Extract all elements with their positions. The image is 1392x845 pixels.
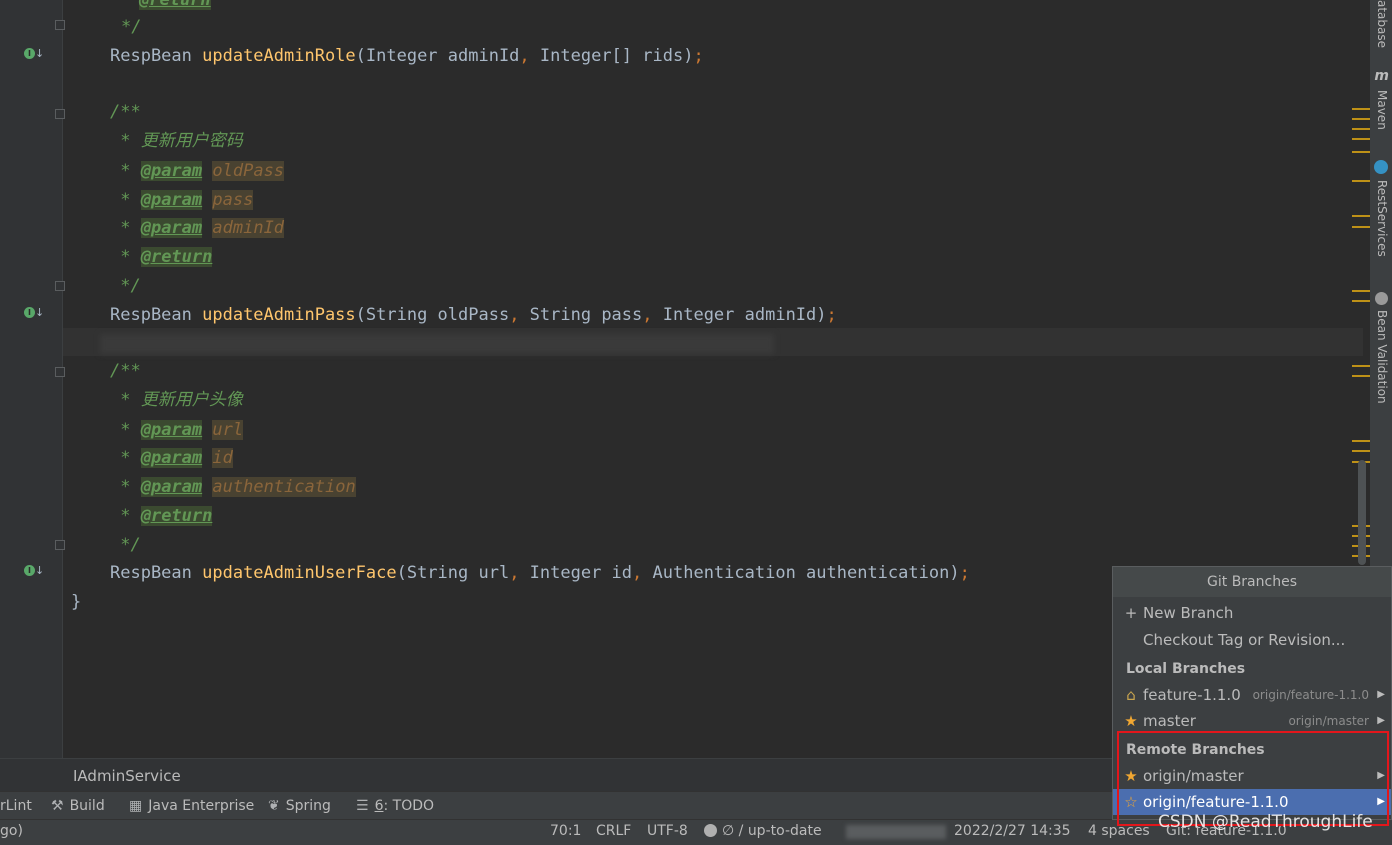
code-line: /** (110, 102, 141, 122)
code-line: } (71, 592, 82, 612)
checkout-tag-item[interactable]: Checkout Tag or Revision... (1113, 627, 1391, 653)
submenu-arrow-icon: ▶ (1377, 689, 1385, 700)
code-line: RespBean updateAdminRole(Integer adminId… (110, 46, 704, 66)
hammer-icon: ⚒ (51, 798, 64, 814)
java-enterprise-icon: ▦ (129, 798, 143, 814)
blurred-author (846, 825, 946, 839)
popup-title: Git Branches (1113, 567, 1391, 597)
implemented-method-icon[interactable]: I ↓ (24, 306, 44, 322)
vcs-status[interactable]: ∅ / up-to-date (704, 823, 822, 839)
code-line: * @param url (110, 420, 244, 440)
tag-icon: ⌂ (1126, 686, 1136, 704)
code-line: * @param id (110, 448, 233, 468)
file-name[interactable]: IAdminService (73, 767, 181, 785)
bean-validation-icon (1375, 292, 1388, 305)
local-branch-item[interactable]: ⌂ feature-1.1.0 origin/feature-1.1.0 ▶ (1113, 682, 1391, 708)
plus-icon: + (1124, 604, 1138, 622)
java-enterprise-tab[interactable]: ▦ Java Enterprise (129, 798, 254, 814)
file-encoding[interactable]: UTF-8 (647, 823, 688, 839)
code-line: */ (110, 276, 141, 296)
code-line: /** (110, 361, 141, 381)
code-line: */ (110, 535, 141, 555)
code-line: * @param authentication (110, 477, 356, 497)
new-branch-item[interactable]: + New Branch (1113, 600, 1391, 626)
sonarlint-tab[interactable]: rLint (0, 798, 32, 814)
database-tab[interactable]: atabase (1375, 0, 1389, 48)
code-line: * @return (110, 506, 213, 526)
code-line: */ (121, 17, 142, 37)
code-line: RespBean updateAdminPass(String oldPass,… (110, 305, 837, 325)
editor-scrollbar[interactable] (1358, 460, 1366, 565)
maven-tab[interactable]: Maven (1375, 90, 1389, 130)
code-line: RespBean updateAdminUserFace(String url,… (110, 563, 970, 583)
implemented-method-icon[interactable]: I ↓ (24, 564, 44, 580)
code-line: * @param pass (110, 190, 254, 210)
list-icon: ☰ (356, 798, 369, 814)
spring-tab[interactable]: ❦ Spring (268, 798, 331, 814)
code-line: * 更新用户密码 (110, 131, 243, 151)
local-branches-header: Local Branches (1126, 661, 1246, 677)
commit-datetime: 2022/2/27 14:35 (954, 823, 1071, 839)
implemented-method-icon[interactable]: I ↓ (24, 47, 44, 63)
vcs-status-icon (704, 824, 717, 837)
code-line: * @param adminId (110, 218, 285, 238)
code-line: * @return (110, 247, 213, 267)
editor-gutter (0, 0, 63, 758)
bean-validation-tab[interactable]: Bean Validation (1375, 310, 1389, 404)
maven-icon: m (1374, 68, 1389, 84)
code-line: @return (139, 0, 211, 13)
rest-services-tab[interactable]: RestServices (1375, 180, 1389, 257)
status-message: go) (0, 823, 23, 839)
code-line: * 更新用户头像 (110, 390, 243, 410)
rest-services-icon (1374, 160, 1388, 174)
code-line: * @param oldPass (110, 161, 285, 181)
watermark: CSDN @ReadThroughLife (1158, 812, 1373, 832)
line-separator[interactable]: CRLF (596, 823, 631, 839)
spring-icon: ❦ (268, 798, 280, 814)
build-tab[interactable]: ⚒ Build (51, 798, 105, 814)
todo-tab[interactable]: ☰ 6: TODO (356, 798, 434, 814)
caret-position[interactable]: 70:1 (550, 823, 581, 839)
